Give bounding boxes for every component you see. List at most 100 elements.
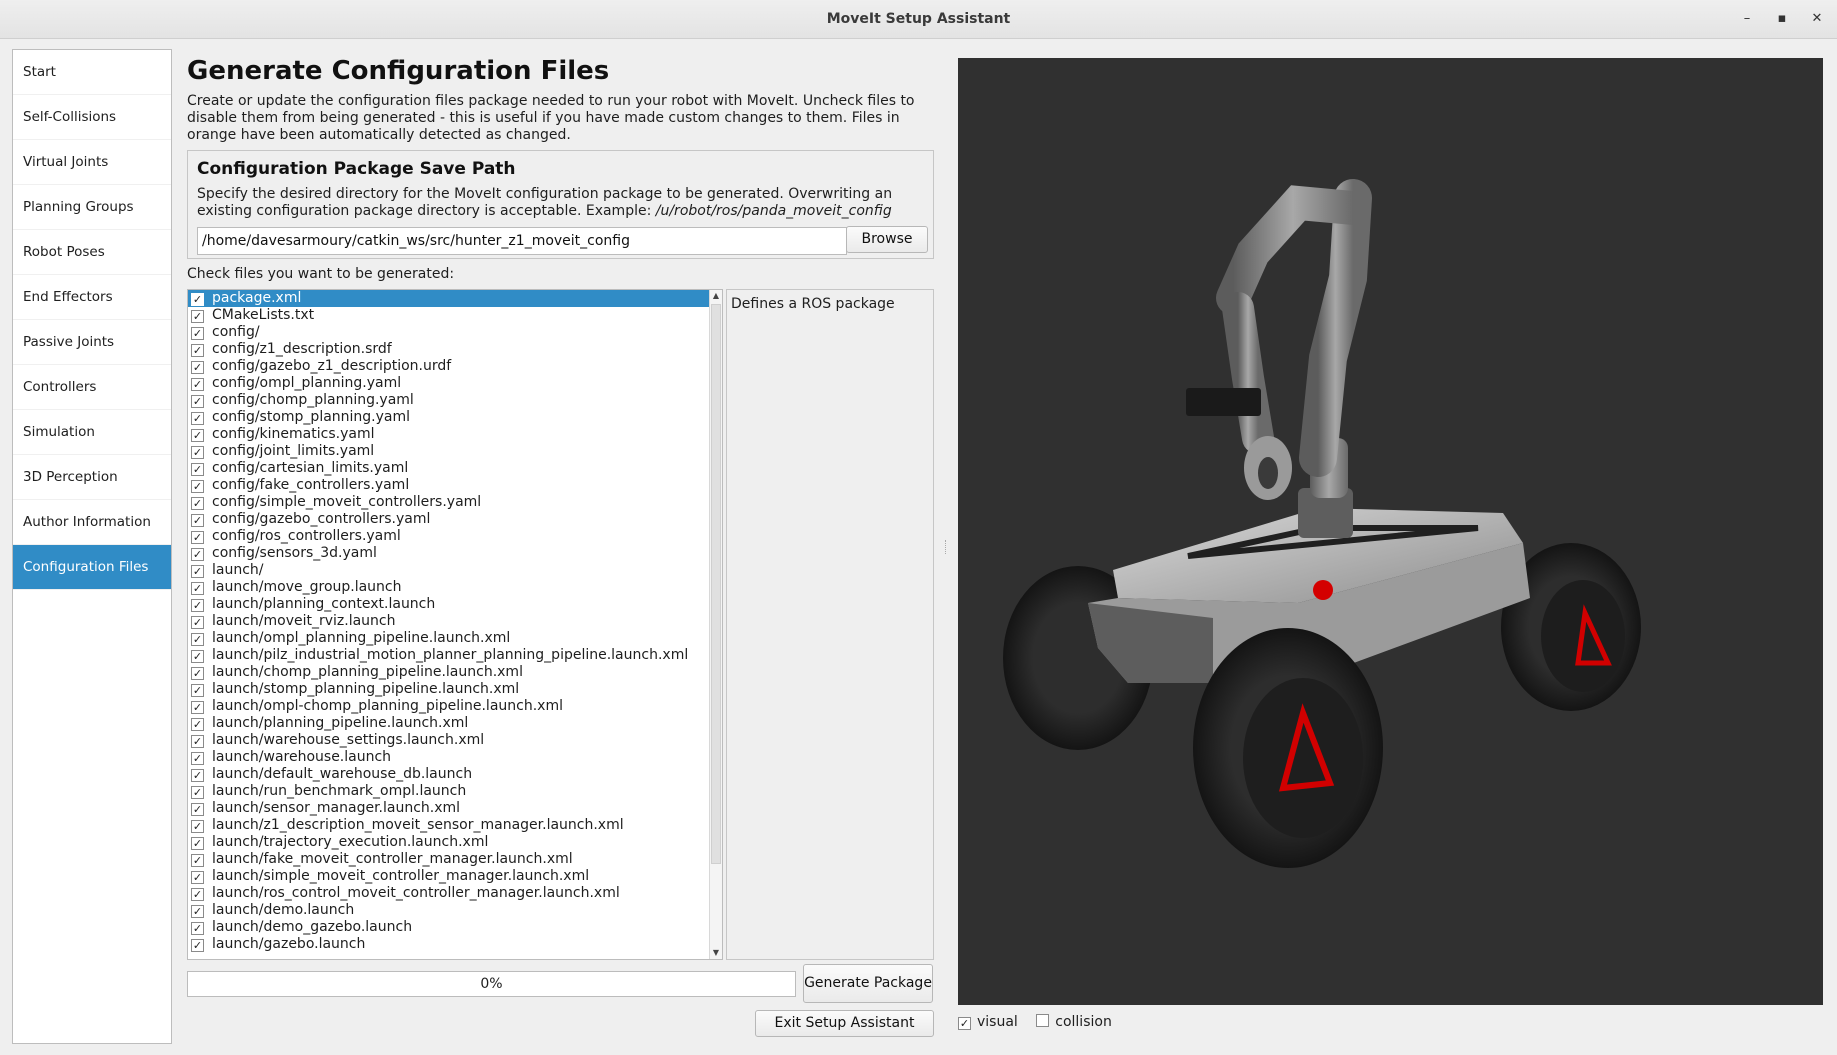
file-list-scrollbar[interactable]: ▲ ▼ — [709, 290, 722, 959]
file-row[interactable]: ✓ launch/planning_context.launch — [188, 596, 722, 613]
file-checkbox[interactable]: ✓ — [191, 327, 204, 340]
save-path-input[interactable] — [197, 227, 847, 255]
file-checkbox[interactable]: ✓ — [191, 599, 204, 612]
file-checkbox[interactable]: ✓ — [191, 548, 204, 561]
file-checkbox[interactable]: ✓ — [191, 633, 204, 646]
file-row[interactable]: ✓ launch/moveit_rviz.launch — [188, 613, 722, 630]
file-checkbox[interactable]: ✓ — [191, 684, 204, 697]
file-row[interactable]: ✓ config/joint_limits.yaml — [188, 443, 722, 460]
file-checkbox[interactable]: ✓ — [191, 293, 204, 306]
file-row[interactable]: ✓ config/ros_controllers.yaml — [188, 528, 722, 545]
file-row[interactable]: ✓ config/fake_controllers.yaml — [188, 477, 722, 494]
file-checkbox[interactable]: ✓ — [191, 735, 204, 748]
file-row[interactable]: ✓ config/stomp_planning.yaml — [188, 409, 722, 426]
file-row[interactable]: ✓ CMakeLists.txt — [188, 307, 722, 324]
file-list[interactable]: ✓ package.xml ✓ CMakeLists.txt ✓ config/ ✓ conf… — [187, 289, 723, 960]
file-checkbox[interactable]: ✓ — [191, 854, 204, 867]
file-checkbox[interactable]: ✓ — [191, 497, 204, 510]
scroll-down-icon[interactable]: ▼ — [710, 947, 722, 959]
close-icon[interactable]: ✕ — [1807, 9, 1827, 29]
file-checkbox[interactable]: ✓ — [191, 616, 204, 629]
file-checkbox[interactable]: ✓ — [191, 582, 204, 595]
scroll-thumb[interactable] — [711, 304, 721, 864]
file-row[interactable]: ✓ launch/trajectory_execution.launch.xml — [188, 834, 722, 851]
browse-button[interactable]: Browse — [846, 226, 928, 253]
file-row[interactable]: ✓ launch/warehouse.launch — [188, 749, 722, 766]
file-row[interactable]: ✓ launch/z1_description_moveit_sensor_man… — [188, 817, 722, 834]
file-row[interactable]: ✓ config/gazebo_z1_description.urdf — [188, 358, 722, 375]
sidebar-item-virtual-joints[interactable]: Virtual Joints — [13, 140, 171, 185]
file-row[interactable]: ✓ launch/ros_control_moveit_controller_ma… — [188, 885, 722, 902]
scroll-up-icon[interactable]: ▲ — [710, 290, 722, 302]
file-row[interactable]: ✓ launch/ompl_planning_pipeline.launch.xm… — [188, 630, 722, 647]
file-checkbox[interactable]: ✓ — [191, 412, 204, 425]
collision-option[interactable]: collision — [1036, 1014, 1112, 1030]
file-row[interactable]: ✓ launch/warehouse_settings.launch.xml — [188, 732, 722, 749]
file-row[interactable]: ✓ launch/sensor_manager.launch.xml — [188, 800, 722, 817]
file-row[interactable]: ✓ config/z1_description.srdf — [188, 341, 722, 358]
file-row[interactable]: ✓ launch/fake_moveit_controller_manager.l… — [188, 851, 722, 868]
robot-3d-viewer[interactable] — [958, 58, 1823, 1005]
file-row[interactable]: ✓ launch/chomp_planning_pipeline.launch.x… — [188, 664, 722, 681]
file-row[interactable]: ✓ launch/simple_moveit_controller_manager… — [188, 868, 722, 885]
file-checkbox[interactable]: ✓ — [191, 378, 204, 391]
file-checkbox[interactable]: ✓ — [191, 769, 204, 782]
file-checkbox[interactable]: ✓ — [191, 463, 204, 476]
file-checkbox[interactable]: ✓ — [191, 395, 204, 408]
file-checkbox[interactable]: ✓ — [191, 565, 204, 578]
file-checkbox[interactable]: ✓ — [191, 922, 204, 935]
file-checkbox[interactable]: ✓ — [191, 480, 204, 493]
file-row[interactable]: ✓ launch/planning_pipeline.launch.xml — [188, 715, 722, 732]
sidebar-item-robot-poses[interactable]: Robot Poses — [13, 230, 171, 275]
file-checkbox[interactable]: ✓ — [191, 837, 204, 850]
sidebar-item-self-collisions[interactable]: Self-Collisions — [13, 95, 171, 140]
file-row[interactable]: ✓ launch/demo.launch — [188, 902, 722, 919]
sidebar-item-simulation[interactable]: Simulation — [13, 410, 171, 455]
file-checkbox[interactable]: ✓ — [191, 803, 204, 816]
file-checkbox[interactable]: ✓ — [191, 820, 204, 833]
visual-option[interactable]: ✓ visual — [958, 1014, 1018, 1030]
minimize-icon[interactable]: – — [1737, 9, 1757, 29]
visual-checkbox[interactable]: ✓ — [958, 1017, 971, 1030]
file-row[interactable]: ✓ config/simple_moveit_controllers.yaml — [188, 494, 722, 511]
file-checkbox[interactable]: ✓ — [191, 939, 204, 952]
file-row[interactable]: ✓ config/sensors_3d.yaml — [188, 545, 722, 562]
collision-checkbox[interactable] — [1036, 1014, 1050, 1027]
file-checkbox[interactable]: ✓ — [191, 310, 204, 323]
file-row[interactable]: ✓ launch/move_group.launch — [188, 579, 722, 596]
file-row[interactable]: ✓ launch/ — [188, 562, 722, 579]
file-row[interactable]: ✓ config/ompl_planning.yaml — [188, 375, 722, 392]
file-checkbox[interactable]: ✓ — [191, 701, 204, 714]
sidebar-item-start[interactable]: Start — [13, 50, 171, 95]
sidebar-item-3d-perception[interactable]: 3D Perception — [13, 455, 171, 500]
file-checkbox[interactable]: ✓ — [191, 718, 204, 731]
file-row[interactable]: ✓ package.xml — [188, 290, 722, 307]
file-checkbox[interactable]: ✓ — [191, 429, 204, 442]
sidebar-item-passive-joints[interactable]: Passive Joints — [13, 320, 171, 365]
file-row[interactable]: ✓ launch/ompl-chomp_planning_pipeline.lau… — [188, 698, 722, 715]
file-checkbox[interactable]: ✓ — [191, 871, 204, 884]
exit-setup-assistant-button[interactable]: Exit Setup Assistant — [755, 1010, 934, 1037]
file-row[interactable]: ✓ launch/gazebo.launch — [188, 936, 722, 953]
sidebar-item-configuration-files[interactable]: Configuration Files — [13, 545, 171, 590]
file-row[interactable]: ✓ launch/demo_gazebo.launch — [188, 919, 722, 936]
file-row[interactable]: ✓ config/chomp_planning.yaml — [188, 392, 722, 409]
file-row[interactable]: ✓ config/kinematics.yaml — [188, 426, 722, 443]
file-checkbox[interactable]: ✓ — [191, 514, 204, 527]
sidebar-item-planning-groups[interactable]: Planning Groups — [13, 185, 171, 230]
maximize-icon[interactable]: ▪ — [1772, 9, 1792, 29]
sidebar-item-controllers[interactable]: Controllers — [13, 365, 171, 410]
file-checkbox[interactable]: ✓ — [191, 650, 204, 663]
file-checkbox[interactable]: ✓ — [191, 667, 204, 680]
file-row[interactable]: ✓ launch/stomp_planning_pipeline.launch.x… — [188, 681, 722, 698]
file-row[interactable]: ✓ config/ — [188, 324, 722, 341]
sidebar-item-author-information[interactable]: Author Information — [13, 500, 171, 545]
generate-package-button[interactable]: Generate Package — [803, 964, 933, 1003]
file-row[interactable]: ✓ launch/pilz_industrial_motion_planner_p… — [188, 647, 722, 664]
file-row[interactable]: ✓ launch/run_benchmark_ompl.launch — [188, 783, 722, 800]
file-checkbox[interactable]: ✓ — [191, 888, 204, 901]
splitter-handle[interactable] — [945, 540, 948, 554]
file-checkbox[interactable]: ✓ — [191, 361, 204, 374]
file-checkbox[interactable]: ✓ — [191, 446, 204, 459]
file-checkbox[interactable]: ✓ — [191, 752, 204, 765]
